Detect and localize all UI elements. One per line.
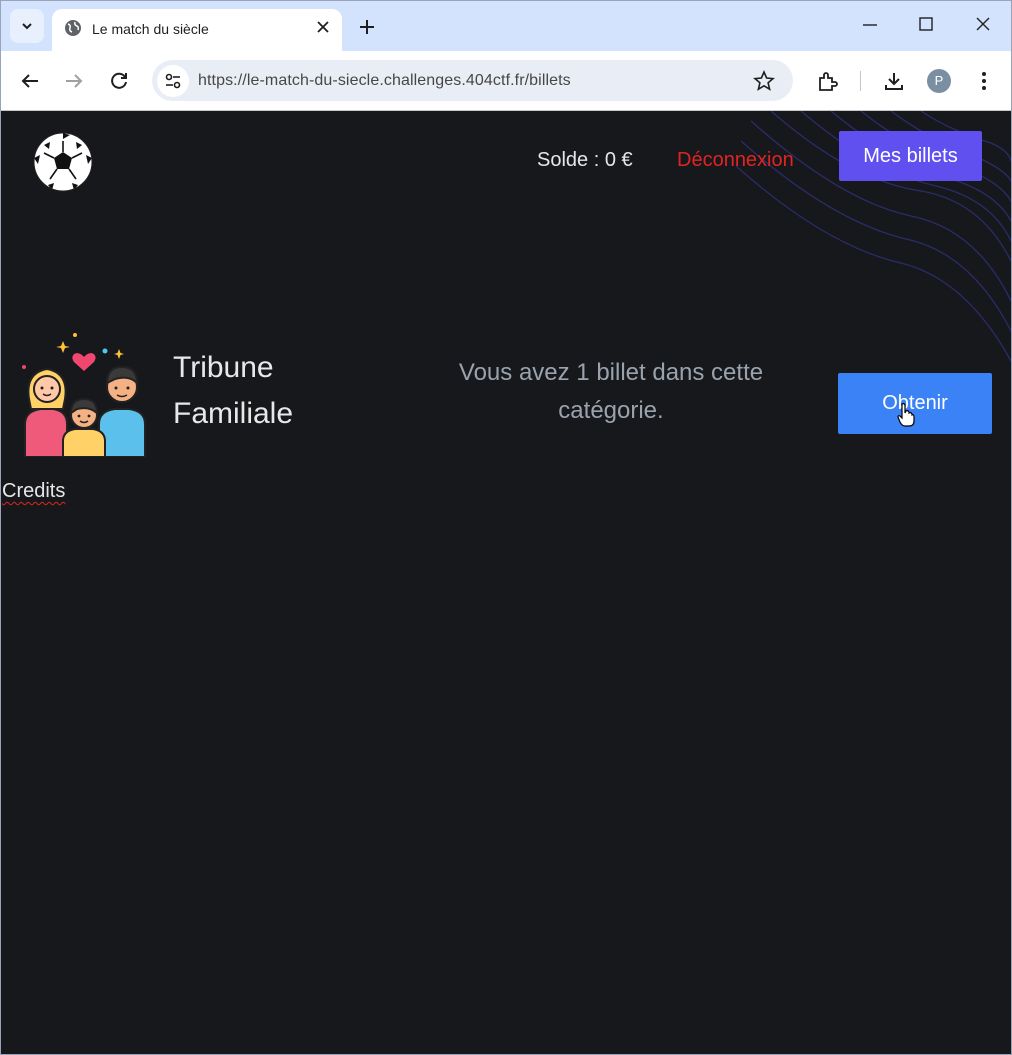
category-name: Tribune Familiale bbox=[173, 351, 294, 430]
balance-text: Solde : 0 € bbox=[537, 149, 633, 171]
forward-arrow-icon[interactable] bbox=[63, 70, 85, 92]
maximize-icon[interactable] bbox=[917, 15, 935, 33]
logout-link[interactable]: Déconnexion bbox=[677, 149, 794, 172]
toolbar-separator bbox=[860, 71, 861, 91]
browser-toolbar: https://le-match-du-siecle.challenges.40… bbox=[1, 51, 1011, 111]
tab-title: Le match du siècle bbox=[92, 21, 209, 37]
close-tab-icon[interactable] bbox=[316, 20, 330, 34]
hand-pointer-cursor-icon bbox=[897, 403, 915, 427]
extensions-icon[interactable] bbox=[816, 70, 840, 94]
family-icon bbox=[22, 333, 146, 457]
bookmark-star-icon[interactable] bbox=[753, 70, 775, 92]
minimize-icon[interactable] bbox=[861, 15, 879, 33]
my-tickets-button[interactable]: Mes billets bbox=[839, 131, 982, 181]
reload-icon[interactable] bbox=[108, 70, 130, 92]
page-content: Solde : 0 € Déconnexion Mes billets Trib… bbox=[1, 111, 1011, 1054]
url-text: https://le-match-du-siecle.challenges.40… bbox=[198, 72, 571, 89]
close-window-icon[interactable] bbox=[974, 15, 992, 33]
back-arrow-icon[interactable] bbox=[19, 70, 41, 92]
new-tab-icon[interactable] bbox=[355, 15, 379, 39]
soccer-ball-logo[interactable] bbox=[32, 131, 94, 193]
site-info-button[interactable] bbox=[157, 65, 189, 97]
tab-search-button[interactable] bbox=[10, 9, 44, 43]
more-menu-icon[interactable] bbox=[973, 70, 995, 92]
browser-window: Le match du siècle https://le-match-du-s… bbox=[0, 0, 1012, 1055]
download-icon[interactable] bbox=[883, 70, 905, 92]
address-bar[interactable]: https://le-match-du-siecle.challenges.40… bbox=[152, 60, 793, 101]
profile-avatar[interactable]: P bbox=[927, 69, 951, 93]
chevron-down-icon bbox=[22, 23, 32, 30]
tab-active[interactable]: Le match du siècle bbox=[52, 9, 342, 51]
ticket-count-message: Vous avez 1 billet dans cette catégorie. bbox=[458, 359, 764, 424]
tune-icon bbox=[165, 73, 181, 89]
tab-strip: Le match du siècle bbox=[1, 1, 1011, 51]
credits-link[interactable]: Credits bbox=[2, 480, 65, 503]
globe-icon bbox=[65, 20, 81, 36]
